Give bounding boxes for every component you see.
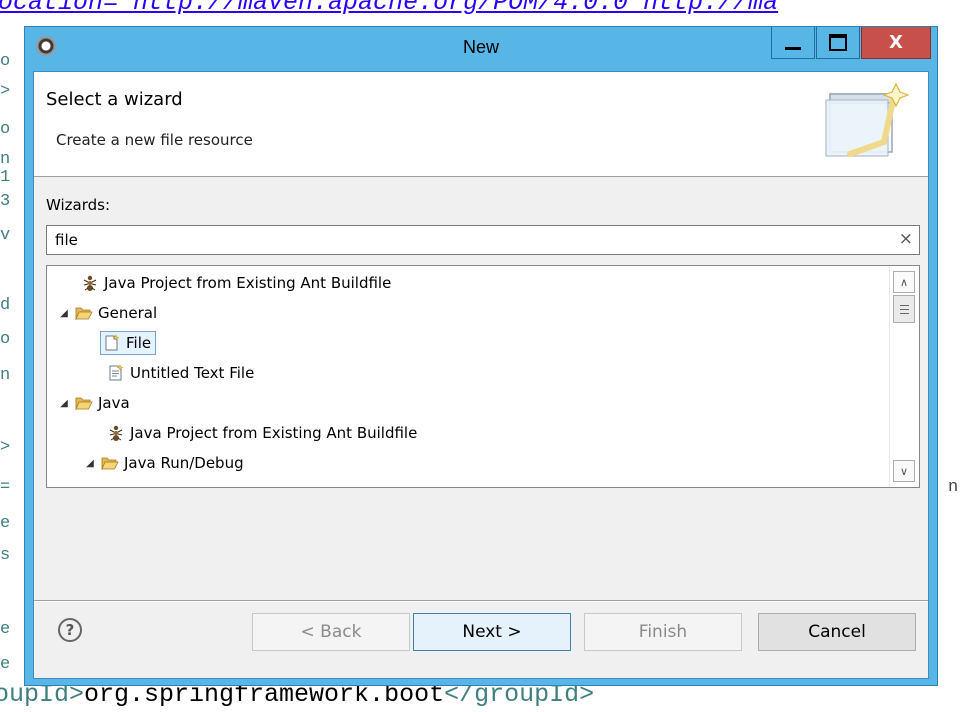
wizard-header: Select a wizard Create a new file resour… (34, 72, 928, 177)
selected-item-highlight: File (99, 331, 157, 355)
tree-item-java[interactable]: ◢ Java (57, 388, 130, 418)
folder-open-icon (75, 304, 93, 322)
close-button[interactable]: X (861, 27, 931, 59)
wizard-filter-input[interactable] (47, 226, 887, 254)
tree-item-ant-project[interactable]: Java Project from Existing Ant Buildfile (81, 268, 391, 298)
editor-top-line: ocation="http://maven.apache.org/POM/4.0… (0, 0, 779, 17)
tree-item-label: Untitled Text File (130, 364, 255, 382)
tree-item-label: Java Run/Debug (124, 454, 244, 472)
clear-filter-icon[interactable]: × (899, 229, 913, 249)
header-description: Create a new file resource (56, 131, 253, 149)
editor-right-fragment: n (948, 478, 959, 497)
editor-fragment: = (0, 478, 11, 497)
wizard-filter-field[interactable]: × (46, 225, 920, 255)
new-wizard-dialog: New X Select a wizard Create a new file … (24, 26, 938, 686)
maximize-button[interactable] (816, 27, 860, 59)
expanded-twisty-icon[interactable]: ◢ (57, 398, 71, 409)
tree-item-label: General (98, 304, 158, 322)
editor-fragment: d (0, 296, 11, 315)
tree-item-general[interactable]: ◢ General (57, 298, 157, 328)
button-bar-separator (34, 600, 928, 602)
title-bar[interactable]: New X (25, 27, 937, 71)
grip-line (900, 305, 909, 306)
expanded-twisty-icon[interactable]: ◢ (57, 308, 71, 319)
ant-icon (81, 274, 99, 292)
ant-icon (107, 424, 125, 442)
tree-item-label: File (126, 334, 152, 352)
editor-fragment: e (0, 514, 11, 533)
editor-fragment: o (0, 330, 11, 349)
tree-item-java-run-debug[interactable]: ◢ Java Run/Debug (83, 448, 244, 478)
tree-item-java-ant-project[interactable]: Java Project from Existing Ant Buildfile (107, 418, 417, 448)
tree-item-label: Java Project from Existing Ant Buildfile (104, 274, 392, 292)
editor-fragment: o (0, 120, 11, 139)
scroll-thumb[interactable] (893, 295, 915, 323)
chevron-up-icon: ∧ (899, 275, 909, 289)
wizard-tree[interactable]: Java Project from Existing Ant Buildfile… (46, 265, 920, 488)
editor-fragment: 1 (0, 168, 11, 187)
expanded-twisty-icon[interactable]: ◢ (83, 458, 97, 469)
new-file-icon (103, 334, 121, 352)
finish-button[interactable]: Finish (584, 613, 742, 651)
help-icon[interactable]: ? (58, 618, 82, 642)
tree-item-file[interactable]: File (99, 328, 157, 358)
tree-item-untitled-text-file[interactable]: Untitled Text File (107, 358, 254, 388)
maximize-icon (829, 34, 847, 51)
folder-open-icon (75, 394, 93, 412)
back-button[interactable]: < Back (252, 613, 410, 651)
tree-item-label: Java (98, 394, 130, 412)
folder-open-icon (101, 454, 119, 472)
wizards-label: Wizards: (46, 196, 111, 214)
wizard-banner-icon (824, 82, 914, 160)
tree-scrollbar[interactable]: ∧ ∨ (889, 267, 918, 486)
next-button[interactable]: Next > (413, 613, 571, 651)
tree-item-label: Java Project from Existing Ant Buildfile (130, 424, 418, 442)
scroll-down-button[interactable]: ∨ (893, 460, 915, 482)
scroll-up-button[interactable]: ∧ (893, 271, 915, 293)
grip-line (900, 309, 909, 310)
editor-fragment: e (0, 620, 11, 639)
cancel-button[interactable]: Cancel (758, 613, 916, 651)
editor-fragment: n (0, 366, 11, 385)
minimize-icon (785, 47, 801, 50)
text-file-icon (107, 364, 125, 382)
editor-fragment: v (0, 226, 11, 245)
grip-line (900, 313, 909, 314)
close-icon: X (889, 32, 903, 53)
editor-fragment: o (0, 52, 11, 71)
editor-fragment: > (0, 438, 11, 457)
chevron-down-icon: ∨ (899, 464, 909, 478)
dialog-content: Select a wizard Create a new file resour… (33, 71, 929, 679)
minimize-button[interactable] (771, 27, 815, 59)
editor-fragment: s (0, 546, 11, 565)
header-title: Select a wizard (46, 89, 183, 110)
editor-fragment: n (0, 150, 11, 169)
editor-fragment: e (0, 655, 11, 674)
editor-fragment: > (0, 82, 11, 101)
editor-fragment: 3 (0, 192, 11, 211)
